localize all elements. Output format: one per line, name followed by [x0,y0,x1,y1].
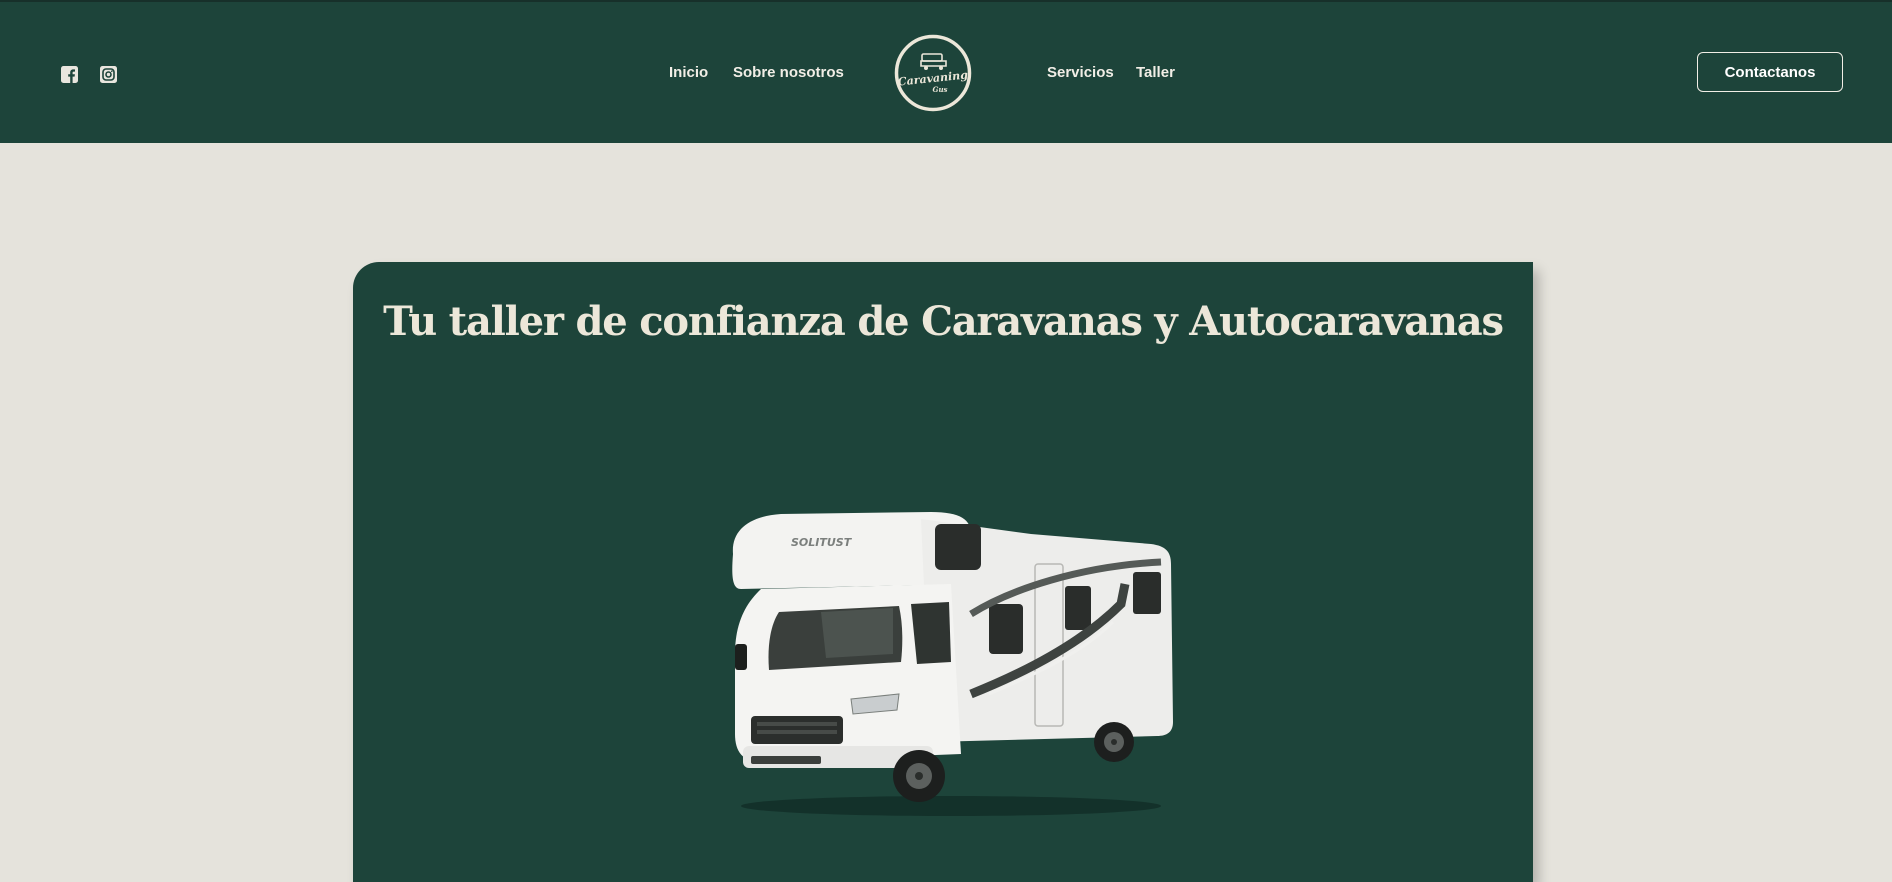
van-brand-text: SOLITUST [791,536,853,549]
site-header: Inicio Sobre nosotros Caravaning Gus Ser… [0,2,1892,143]
facebook-icon[interactable] [61,66,78,83]
nav-servicios[interactable]: Servicios [1047,64,1114,81]
hero-card: Tu taller de confianza de Caravanas y Au… [353,262,1533,882]
instagram-icon[interactable] [100,66,117,83]
svg-text:Gus: Gus [932,85,947,94]
nav-inicio[interactable]: Inicio [669,64,708,81]
nav-taller[interactable]: Taller [1136,64,1175,81]
social-links [61,66,117,83]
nav-sobre-nosotros[interactable]: Sobre nosotros [733,64,844,81]
motorhome-image: SOLITUST [721,494,1201,824]
hero-title: Tu taller de confianza de Caravanas y Au… [383,298,1504,345]
contact-button[interactable]: Contactanos [1697,52,1843,92]
caravaning-gus-logo[interactable]: Caravaning Gus [894,34,972,112]
